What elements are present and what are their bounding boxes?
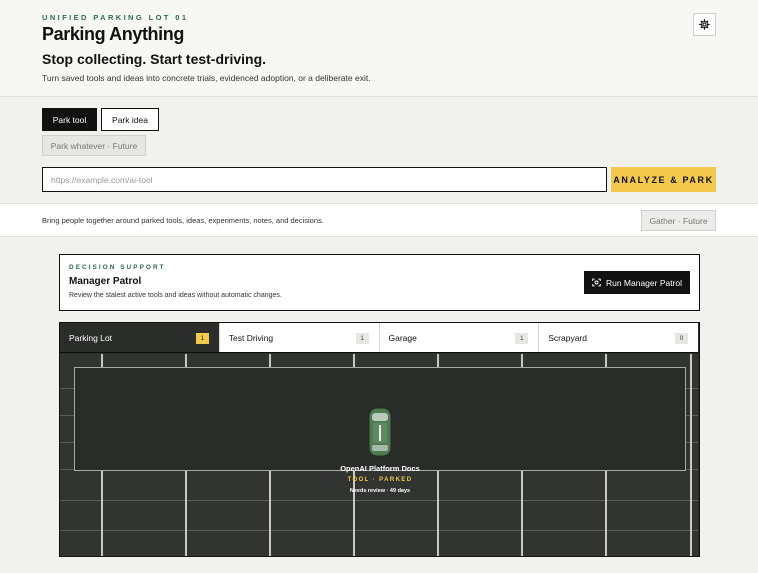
tab-label: Scrapyard xyxy=(548,332,587,343)
tab-label: Garage xyxy=(388,332,417,343)
tab-count-badge: 1 xyxy=(195,333,209,344)
url-input[interactable] xyxy=(42,167,607,192)
gather-button[interactable]: Gather · Future xyxy=(641,210,716,231)
app-title: Parking Anything xyxy=(42,24,184,44)
park-idea-button[interactable]: Park idea xyxy=(101,108,159,131)
tab-count-badge: 0 xyxy=(675,333,688,344)
tab-count-badge: 1 xyxy=(355,333,369,344)
park-whatever-button[interactable]: Park whatever · Future xyxy=(42,135,146,156)
stall-line xyxy=(690,354,692,556)
park-tool-button[interactable]: Park tool xyxy=(42,108,97,131)
lot-tabs: Parking Lot 1 Test Driving 1 Garage 1 Sc… xyxy=(60,323,698,353)
scan-icon xyxy=(592,278,601,287)
analyze-park-button[interactable]: ANALYZE & PARK xyxy=(611,167,716,192)
gear-icon xyxy=(699,19,710,30)
tab-label: Test Driving xyxy=(228,332,274,343)
patrol-description: Review the stalest active tools and idea… xyxy=(69,292,282,299)
run-manager-patrol-label: Run Manager Patrol xyxy=(605,277,683,288)
patrol-title: Manager Patrol xyxy=(69,276,142,287)
parked-car[interactable] xyxy=(368,407,392,462)
lot-line xyxy=(60,500,698,501)
tab-test-driving[interactable]: Test Driving 1 xyxy=(219,323,380,352)
parked-item-status: Needs review · 49 days xyxy=(349,488,411,494)
page-tagline: Stop collecting. Start test-driving. xyxy=(42,51,267,67)
page-header: UNIFIED PARKING LOT 01 Parking Anything … xyxy=(0,0,758,97)
tab-count-badge: 1 xyxy=(515,333,529,344)
tab-scrapyard[interactable]: Scrapyard 0 xyxy=(539,323,698,352)
parked-item-name: OpenAI Platform Docs xyxy=(340,464,420,473)
collaboration-text: Bring people together around parked tool… xyxy=(42,216,324,225)
lot-asphalt: OpenAI Platform Docs TOOL · PARKED Needs… xyxy=(60,354,698,556)
run-manager-patrol-button[interactable]: Run Manager Patrol xyxy=(584,271,690,294)
lot-line xyxy=(60,530,698,531)
parked-item-kind: TOOL · PARKED xyxy=(347,477,413,483)
header-eyebrow: UNIFIED PARKING LOT 01 xyxy=(42,13,189,22)
settings-button[interactable] xyxy=(693,13,716,36)
manager-patrol-card: DECISION SUPPORT Manager Patrol Review t… xyxy=(59,254,700,311)
tab-parking-lot[interactable]: Parking Lot 1 xyxy=(60,323,220,352)
tab-label: Parking Lot xyxy=(69,332,112,343)
tab-garage[interactable]: Garage 1 xyxy=(379,323,540,352)
page-subline: Turn saved tools and ideas into concrete… xyxy=(42,73,371,83)
parking-lot-board: Parking Lot 1 Test Driving 1 Garage 1 Sc… xyxy=(59,322,700,557)
patrol-eyebrow: DECISION SUPPORT xyxy=(69,264,166,271)
collaboration-strip: Bring people together around parked tool… xyxy=(0,203,758,237)
park-controls: Park tool Park idea Park whatever · Futu… xyxy=(0,97,758,203)
car-icon xyxy=(368,407,392,457)
